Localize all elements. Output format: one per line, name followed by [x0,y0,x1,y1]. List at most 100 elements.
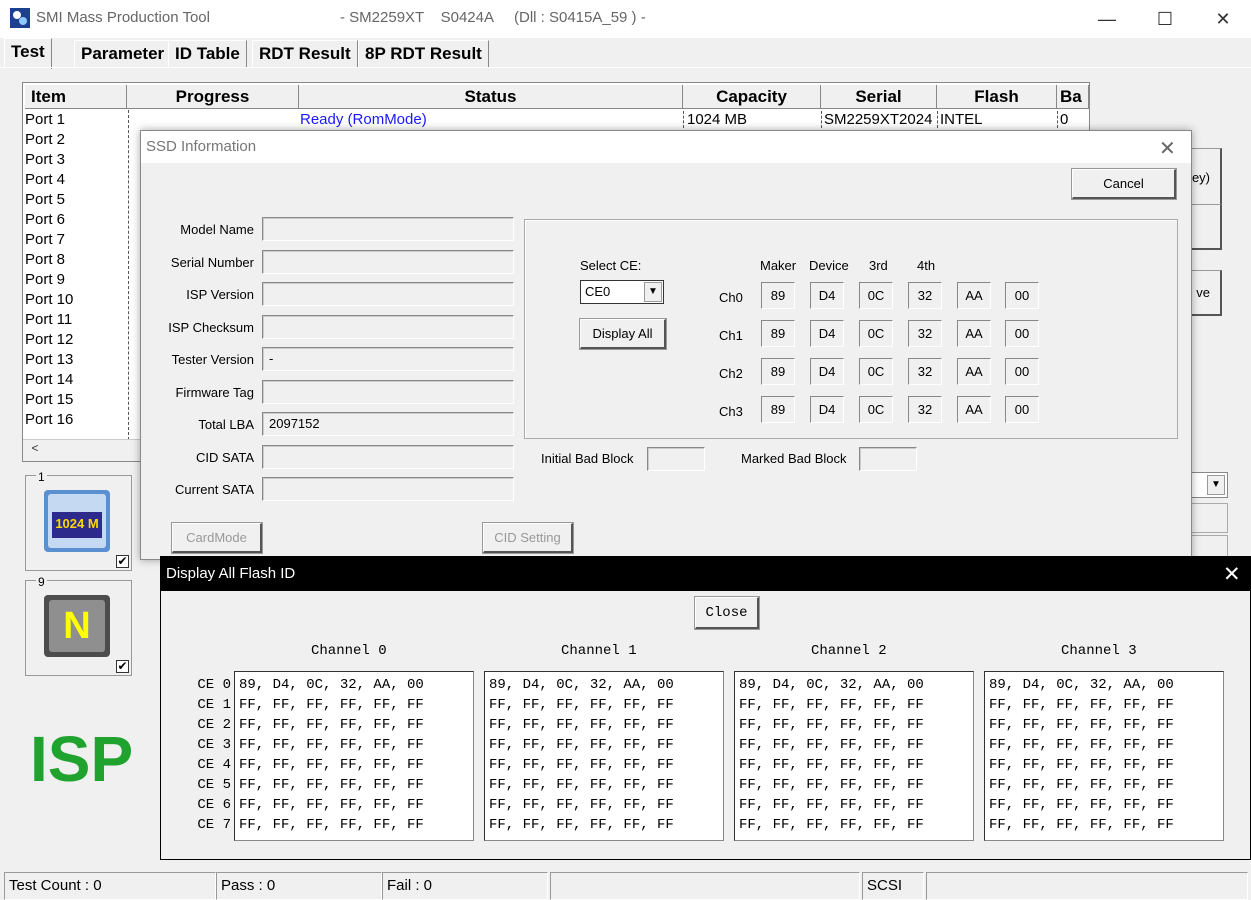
port-card-9[interactable]: 9 N ✔ [25,575,132,676]
card-capacity-label: 1024 M [55,516,99,531]
flash-id-byte: D4 [810,396,844,423]
ce-label: CE 3 [197,737,231,753]
maximize-button[interactable]: ☐ [1136,0,1194,38]
field-label: Model Name [180,222,254,237]
ssd-dialog-title-bar: SSD Information ✕ [141,131,1191,163]
close-button[interactable]: Close [694,596,760,630]
flash-id-dialog-close-icon[interactable]: ✕ [1223,562,1241,587]
test-count: Test Count : 0 [4,872,216,900]
flash-id-byte: 89 [761,358,795,385]
table-row[interactable]: Port 13 [25,350,73,370]
table-row[interactable]: Port 2 [25,130,65,150]
marked-bad-block-field [859,447,917,471]
ssd-dialog-title: SSD Information [146,138,257,155]
channel-0-header: Channel 0 [311,643,387,659]
card-number: 1 [36,470,47,484]
tab-8p-rdt-result[interactable]: 8P RDT Result [358,40,489,68]
fourth-header: 4th [917,258,936,273]
flash-id-group: Select CE: CE0 ▼ Display All Maker Devic… [524,219,1178,439]
flash-id-byte: 00 [1005,282,1039,309]
chevron-down-icon[interactable]: ▼ [1207,475,1225,495]
table-row[interactable]: Port 16 [25,410,73,430]
close-button[interactable]: ✕ [1194,0,1251,38]
port-card-1[interactable]: 1 1024 M ✔ [25,470,132,571]
flash-id-byte: AA [957,320,991,347]
card-checkbox[interactable]: ✔ [116,660,129,673]
table-row[interactable]: Port 7 [25,230,65,250]
version-info: - SM2259XT S0424A (Dll : S0415A_59 ) - [340,9,646,26]
field-value [262,444,514,469]
tab-id-table[interactable]: ID Table [168,40,247,68]
table-row[interactable]: Port 1 [25,110,65,130]
title-bar: SMI Mass Production Tool - SM2259XT S042… [0,0,1251,38]
fail-count: Fail : 0 [382,872,548,900]
initial-bad-block-label: Initial Bad Block [541,451,634,466]
minimize-button[interactable]: — [1078,0,1136,38]
close-icon: ✕ [1215,8,1231,29]
col-flash[interactable]: Flash [937,85,1057,109]
status-message [550,872,860,900]
flash-id-byte: 0C [859,358,893,385]
field-value [262,477,514,501]
drive-icon: N [42,593,112,659]
card-mode-button[interactable]: CardMode [171,522,263,554]
ce-label-column: CE 0 CE 1 CE 2 CE 3 CE 4 CE 5 CE 6 CE 7 [183,675,231,835]
progress-column-divider [128,110,129,440]
card-checkbox[interactable]: ✔ [116,555,129,568]
ssd-dialog-close-icon[interactable]: ✕ [1159,136,1176,161]
flash-id-byte: AA [957,282,991,309]
col-status[interactable]: Status [299,85,683,109]
table-row[interactable]: Port 5 [25,190,65,210]
card-number: 9 [36,575,47,589]
flash-id-byte: 89 [761,396,795,423]
scroll-left-arrow-icon[interactable]: < [25,441,45,459]
channel-3-id-list[interactable]: 89, D4, 0C, 32, AA, 00 FF, FF, FF, FF, F… [984,671,1224,841]
table-row[interactable]: Port 3 [25,150,65,170]
field-value: - [262,347,514,371]
col-item[interactable]: Item [25,85,127,109]
display-all-button[interactable]: Display All [579,318,667,350]
table-row[interactable]: Port 9 [25,270,65,290]
tab-rdt-result[interactable]: RDT Result [252,40,358,68]
flash-id-dialog-title: Display All Flash ID [166,565,296,582]
col-ba[interactable]: Ba [1057,85,1089,109]
chevron-down-icon[interactable]: ▼ [644,282,662,302]
flash-id-byte: 32 [908,282,942,309]
flash-id-byte: 32 [908,320,942,347]
field-label: Serial Number [170,254,254,270]
flash-id-byte: D4 [810,282,844,309]
table-row[interactable]: Port 6 [25,210,65,230]
channel-1-id-list[interactable]: 89, D4, 0C, 32, AA, 00 FF, FF, FF, FF, F… [484,671,724,841]
tab-test[interactable]: Test [4,38,52,69]
tab-parameter[interactable]: Parameter [74,40,172,68]
table-row[interactable]: Port 14 [25,370,73,390]
channel-2-id-list[interactable]: 89, D4, 0C, 32, AA, 00 FF, FF, FF, FF, F… [734,671,974,841]
port-select-dropdown[interactable]: ▼ [1188,472,1228,498]
cid-setting-button[interactable]: CID Setting [482,522,574,554]
channel-0-id-list[interactable]: 89, D4, 0C, 32, AA, 00 FF, FF, FF, FF, F… [234,671,474,841]
ce-label: CE 1 [197,697,231,713]
marked-bad-block-label: Marked Bad Block [741,451,847,466]
table-row[interactable]: Port 12 [25,330,73,350]
table-row[interactable]: Port 15 [25,390,73,410]
table-row[interactable]: Port 11 [25,310,72,330]
channel-2-header: Channel 2 [811,643,887,659]
table-row[interactable]: Port 10 [25,290,73,310]
channel-label: Ch2 [719,366,743,381]
col-capacity[interactable]: Capacity [683,85,821,109]
select-ce-dropdown[interactable]: CE0 ▼ [580,280,664,304]
table-row[interactable]: Port 4 [25,170,65,190]
flash-id-byte: AA [957,358,991,385]
field-value [262,217,514,241]
status-extra [926,872,1248,900]
field-label: ISP Version [186,287,254,302]
flash-id-byte: 32 [908,396,942,423]
table-row[interactable]: Port 8 [25,250,65,270]
cancel-button[interactable]: Cancel [1071,168,1177,200]
card-status-label: N [63,605,91,647]
col-serial[interactable]: Serial [821,85,937,109]
field-value [262,249,514,274]
channel-3-header: Channel 3 [1061,643,1137,659]
col-progress[interactable]: Progress [127,85,299,109]
flash-id-byte: 32 [908,358,942,385]
